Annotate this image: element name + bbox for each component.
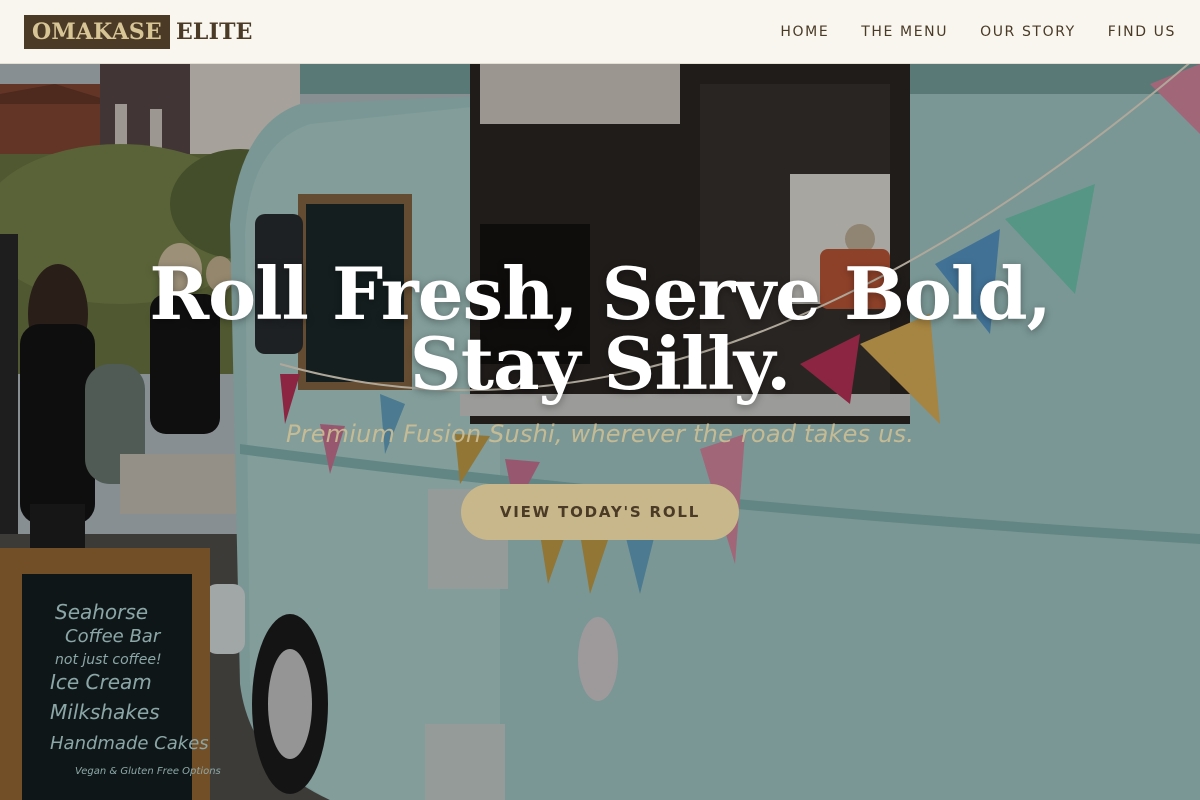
site-header: OMAKASE ELITE HOME THE MENU OUR STORY FI… (0, 0, 1200, 64)
hero-headline-line1: Roll Fresh, Serve Bold, (149, 251, 1051, 336)
hero-tagline: Premium Fusion Sushi, wherever the road … (285, 420, 915, 448)
hero-section: Seahorse Coffee Bar not just coffee! Ice… (0, 64, 1200, 800)
nav-the-menu[interactable]: THE MENU (861, 24, 948, 40)
logo-text: ELITE (175, 18, 253, 45)
logo-box-text: OMAKASE (24, 14, 170, 49)
nav-home[interactable]: HOME (780, 24, 829, 40)
main-nav: HOME THE MENU OUR STORY FIND US (748, 24, 1176, 40)
hero-content: Roll Fresh, Serve Bold, Stay Silly. Prem… (0, 64, 1200, 800)
hero-headline-line2: Stay Silly. (409, 321, 792, 406)
view-todays-roll-button[interactable]: VIEW TODAY'S ROLL (461, 484, 739, 540)
brand-logo[interactable]: OMAKASE ELITE (24, 14, 253, 49)
nav-our-story[interactable]: OUR STORY (980, 24, 1076, 40)
nav-find-us[interactable]: FIND US (1108, 24, 1176, 40)
hero-headline: Roll Fresh, Serve Bold, Stay Silly. (0, 251, 1200, 406)
